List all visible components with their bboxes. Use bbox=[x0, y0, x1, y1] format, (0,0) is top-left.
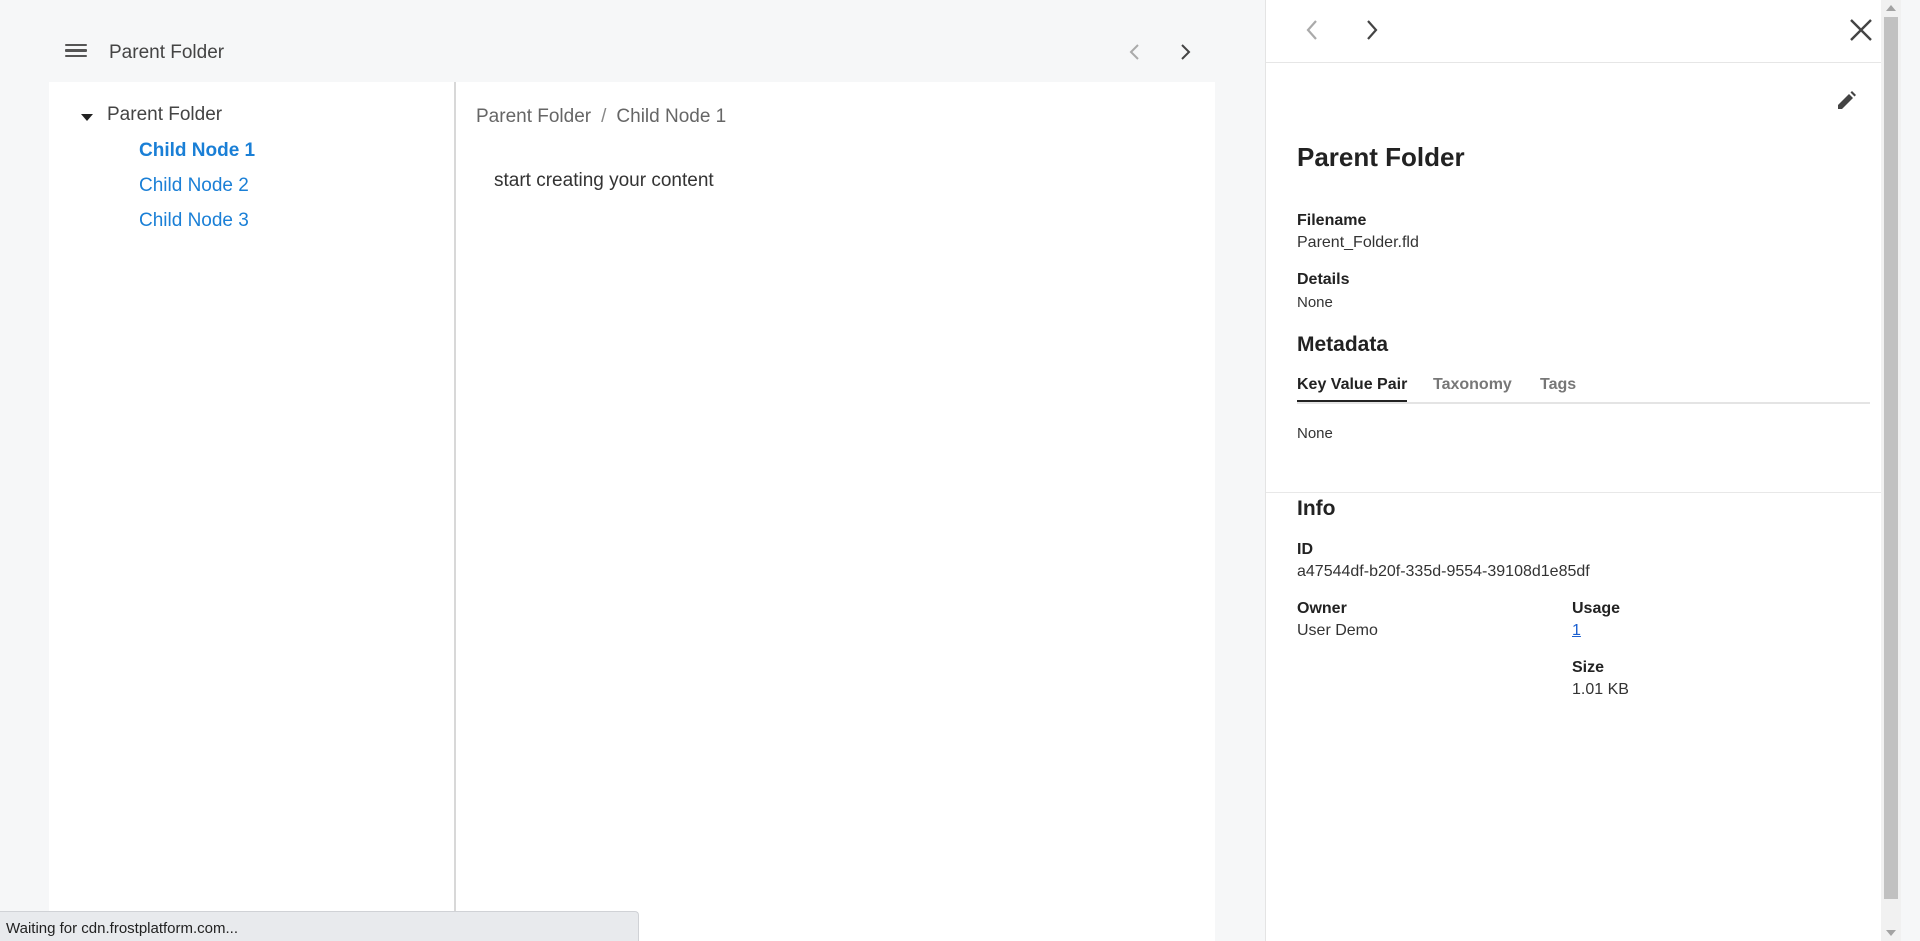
top-bar: Parent Folder bbox=[49, 30, 1215, 74]
owner-label: Owner bbox=[1297, 600, 1347, 617]
content-body[interactable]: start creating your content bbox=[494, 170, 714, 192]
id-value: a47544df-b20f-335d-9554-39108d1e85df bbox=[1297, 563, 1590, 580]
panel-scrollbar[interactable] bbox=[1881, 0, 1901, 941]
tab-key-value-pair[interactable]: Key Value Pair bbox=[1297, 376, 1408, 402]
id-label: ID bbox=[1297, 541, 1313, 558]
size-label: Size bbox=[1572, 659, 1605, 676]
details-value: None bbox=[1297, 294, 1333, 311]
tree-root[interactable]: Parent Folder bbox=[81, 104, 222, 126]
owner-value: User Demo bbox=[1297, 622, 1378, 639]
chevron-left-icon[interactable] bbox=[1119, 36, 1151, 68]
breadcrumb: Parent Folder / Child Node 1 bbox=[476, 106, 726, 128]
filename-label: Filename bbox=[1297, 212, 1367, 229]
detail-panel: Parent Folder Filename Parent_Folder.fld… bbox=[1265, 0, 1901, 941]
tree-item-child-node-3[interactable]: Child Node 3 bbox=[139, 210, 255, 234]
close-icon[interactable] bbox=[1843, 12, 1879, 48]
chevron-right-icon[interactable] bbox=[1169, 36, 1201, 68]
metadata-tabs: Key Value Pair Taxonomy Tags bbox=[1297, 374, 1870, 404]
metadata-title: Metadata bbox=[1297, 333, 1389, 356]
breadcrumb-separator: / bbox=[601, 106, 607, 127]
page-title: Parent Folder bbox=[109, 42, 225, 63]
hamburger-menu-icon[interactable] bbox=[65, 41, 89, 63]
tree-root-label: Parent Folder bbox=[107, 104, 223, 125]
panel-chevron-right-icon[interactable] bbox=[1354, 12, 1390, 48]
panel-divider bbox=[1266, 492, 1901, 493]
panel-chevron-left-icon[interactable] bbox=[1294, 12, 1330, 48]
tree-children: Child Node 1 Child Node 2 Child Node 3 bbox=[139, 140, 255, 245]
scroll-down-arrow-icon[interactable] bbox=[1886, 930, 1896, 936]
panel-header bbox=[1266, 0, 1901, 63]
tab-taxonomy[interactable]: Taxonomy bbox=[1433, 376, 1512, 400]
browser-status-bar: Waiting for cdn.frostplatform.com... bbox=[0, 911, 639, 941]
scroll-up-arrow-icon[interactable] bbox=[1886, 5, 1896, 11]
tree-item-child-node-2[interactable]: Child Node 2 bbox=[139, 175, 255, 199]
pencil-edit-icon[interactable] bbox=[1831, 86, 1861, 116]
details-label: Details bbox=[1297, 271, 1350, 288]
tree-item-child-node-1[interactable]: Child Node 1 bbox=[139, 140, 255, 164]
scroll-thumb[interactable] bbox=[1884, 17, 1898, 899]
usage-link[interactable]: 1 bbox=[1572, 622, 1581, 640]
size-value: 1.01 KB bbox=[1572, 681, 1629, 698]
caret-down-icon[interactable] bbox=[81, 113, 93, 121]
app-area: Parent Folder Parent Folder Child Node 1… bbox=[0, 0, 1265, 941]
main-pane: Parent Folder / Child Node 1 start creatin… bbox=[458, 82, 1215, 941]
filename-value: Parent_Folder.fld bbox=[1297, 234, 1419, 251]
panel-title: Parent Folder bbox=[1297, 142, 1465, 172]
tab-tags[interactable]: Tags bbox=[1540, 376, 1576, 400]
content-card: Parent Folder Child Node 1 Child Node 2 … bbox=[49, 82, 1215, 941]
breadcrumb-item-current: Child Node 1 bbox=[616, 106, 727, 127]
breadcrumb-item[interactable]: Parent Folder bbox=[476, 106, 591, 127]
tree-pane: Parent Folder Child Node 1 Child Node 2 … bbox=[49, 82, 456, 941]
usage-label: Usage bbox=[1572, 600, 1621, 617]
metadata-value: None bbox=[1297, 425, 1333, 442]
info-title: Info bbox=[1297, 497, 1336, 520]
